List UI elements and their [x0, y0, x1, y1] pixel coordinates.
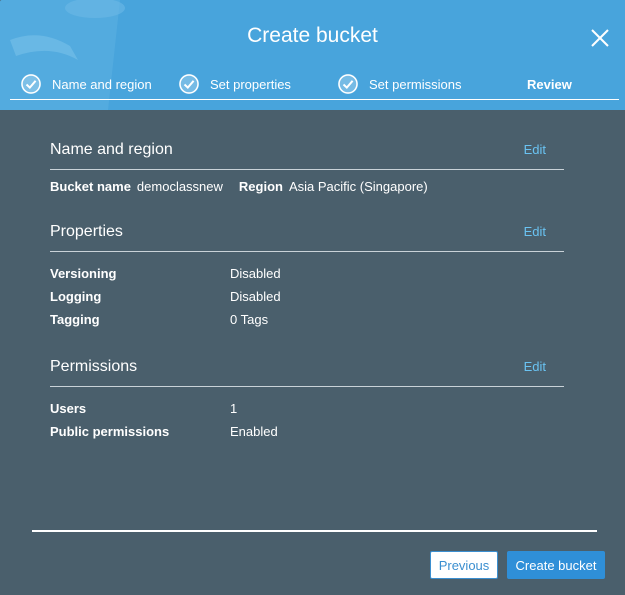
permission-row-users: Users 1	[50, 401, 564, 424]
section-permissions: Permissions Edit Users 1 Public permissi…	[50, 358, 564, 447]
step-label: Set properties	[210, 76, 291, 92]
region-value: Asia Pacific (Singapore)	[288, 179, 428, 194]
edit-name-region-link[interactable]: Edit	[524, 142, 546, 157]
edit-properties-link[interactable]: Edit	[524, 224, 546, 239]
property-value: Disabled	[230, 289, 281, 304]
check-circle-icon	[21, 74, 41, 94]
section-properties: Properties Edit Versioning Disabled Logg…	[50, 223, 564, 335]
property-row-tagging: Tagging 0 Tags	[50, 312, 564, 335]
section-title: Properties	[50, 223, 123, 240]
check-circle-icon	[338, 74, 358, 94]
bucket-name-value: democlassnew	[136, 179, 223, 194]
dialog-title: Create bucket	[247, 24, 378, 47]
region-label: Region	[238, 179, 283, 194]
section-header: Permissions Edit	[50, 358, 564, 387]
permission-label: Public permissions	[50, 424, 170, 439]
create-bucket-dialog: Create bucket Name and region Set proper…	[0, 0, 625, 595]
properties-list: Versioning Disabled Logging Disabled Tag…	[50, 266, 564, 335]
check-circle-icon	[179, 74, 199, 94]
property-label: Tagging	[50, 312, 100, 327]
section-title: Permissions	[50, 358, 138, 375]
section-name-and-region: Name and region Edit Bucket name democlas…	[50, 141, 564, 194]
wizard-steps: Name and region Set properties Set permi…	[10, 70, 619, 98]
property-row-versioning: Versioning Disabled	[50, 266, 564, 289]
step-label: Set permissions	[369, 76, 462, 92]
property-value: 0 Tags	[230, 312, 269, 327]
permission-row-public: Public permissions Enabled	[50, 424, 564, 447]
section-title: Name and region	[50, 141, 173, 158]
property-label: Versioning	[50, 266, 117, 281]
step-label: Name and region	[52, 76, 152, 92]
step-set-properties[interactable]: Set properties	[178, 70, 291, 98]
close-icon[interactable]	[589, 27, 611, 49]
property-value: Disabled	[230, 266, 281, 281]
step-set-permissions[interactable]: Set permissions	[337, 70, 461, 98]
step-review[interactable]: Review	[527, 70, 572, 98]
bucket-summary: Bucket name democlassnew Region Asia Pacifi…	[50, 179, 564, 194]
footer-divider	[32, 530, 597, 532]
section-header: Name and region Edit	[50, 141, 564, 170]
property-label: Logging	[50, 289, 102, 304]
permission-label: Users	[50, 401, 87, 416]
dialog-header: Create bucket Name and region Set proper…	[0, 0, 625, 110]
permissions-list: Users 1 Public permissions Enabled	[50, 401, 564, 447]
bucket-name-label: Bucket name	[50, 179, 131, 194]
step-label: Review	[527, 76, 572, 92]
create-bucket-button[interactable]: Create bucket	[507, 551, 605, 579]
section-header: Properties Edit	[50, 223, 564, 252]
steps-divider	[10, 99, 619, 100]
edit-permissions-link[interactable]: Edit	[524, 359, 546, 374]
property-row-logging: Logging Disabled	[50, 289, 564, 312]
step-name-and-region[interactable]: Name and region	[20, 70, 152, 98]
previous-button[interactable]: Previous	[430, 551, 498, 579]
permission-value: Enabled	[230, 424, 278, 439]
permission-value: 1	[230, 401, 238, 416]
